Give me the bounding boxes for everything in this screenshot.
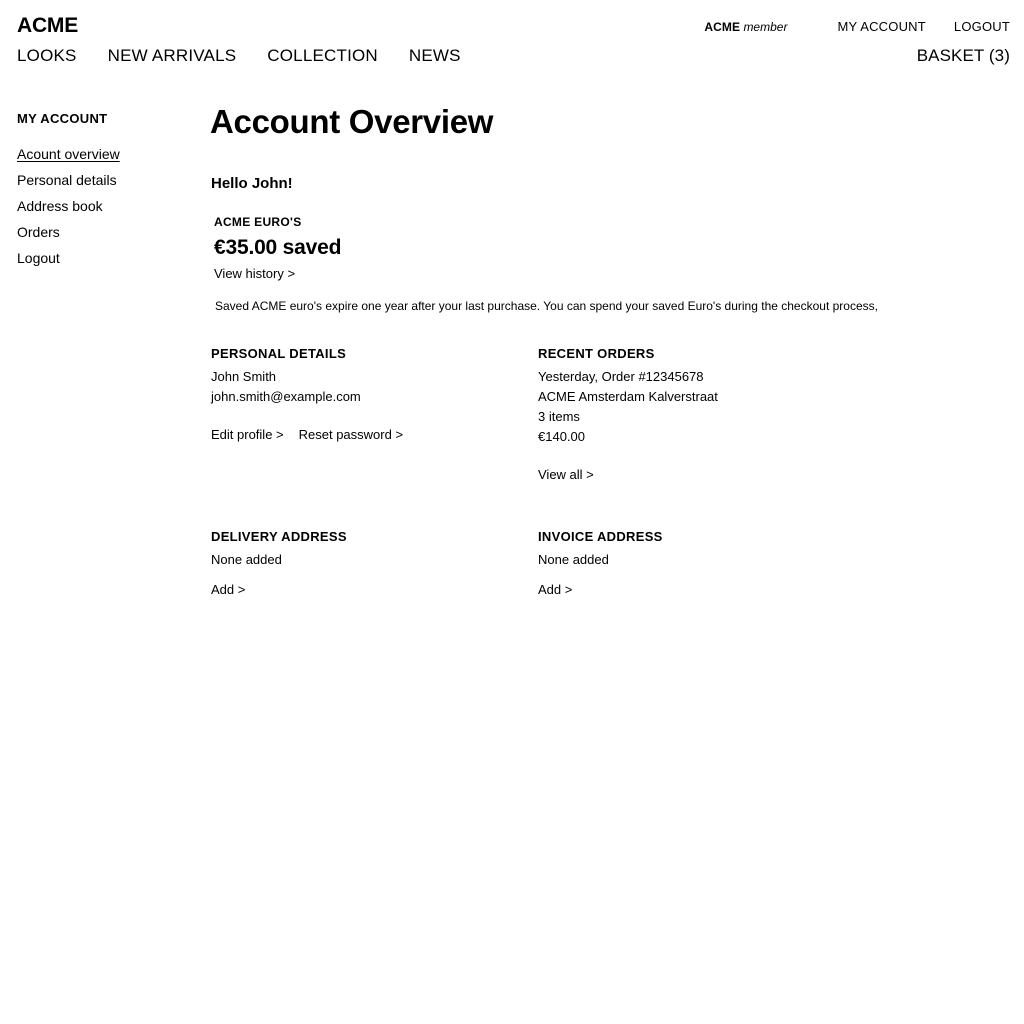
- my-account-link[interactable]: MY ACCOUNT: [837, 19, 925, 34]
- acme-euros-amount: €35.00 saved: [214, 236, 342, 259]
- euros-disclaimer-text: Saved ACME euro's expire one year after …: [215, 299, 878, 313]
- sidebar-navigation: Acount overview Personal details Address…: [17, 146, 197, 276]
- acme-euros-label: ACME EURO'S: [214, 215, 302, 229]
- site-logo[interactable]: ACME: [17, 14, 78, 37]
- sidebar-item-personal-details[interactable]: Personal details: [17, 172, 117, 188]
- acme-euros-section: ACME EURO'S €35.00 saved View history >: [214, 215, 1010, 283]
- recent-orders-actions: View all >: [538, 467, 838, 482]
- invoice-address-card: INVOICE ADDRESS None added Add >: [538, 529, 838, 597]
- greeting-text: Hello John!: [211, 175, 293, 192]
- sidebar-item-account-overview[interactable]: Acount overview: [17, 146, 120, 162]
- basket-link[interactable]: BASKET (3): [917, 46, 1010, 66]
- invoice-address-heading: INVOICE ADDRESS: [538, 529, 663, 544]
- account-content: Account Overview Hello John! ACME EURO'S…: [210, 78, 1010, 599]
- personal-details-name: John Smith: [211, 369, 277, 384]
- delivery-address-heading: DELIVERY ADDRESS: [211, 529, 347, 544]
- recent-orders-card: RECENT ORDERS Yesterday, Order #12345678…: [538, 346, 838, 482]
- reset-password-link[interactable]: Reset password >: [299, 427, 403, 442]
- account-summary-row-2: DELIVERY ADDRESS None added Add > INVOIC…: [210, 529, 1010, 599]
- nav-item-news[interactable]: NEWS: [409, 46, 461, 66]
- member-badge: ACME member: [704, 20, 787, 34]
- site-header: ACME ACME member MY ACCOUNT LOGOUT BASKE…: [0, 0, 1024, 78]
- recent-order-total: €140.00: [538, 429, 585, 444]
- member-badge-brand: ACME: [704, 20, 741, 34]
- sidebar-item-logout[interactable]: Logout: [17, 250, 60, 266]
- personal-details-heading: PERSONAL DETAILS: [211, 346, 347, 361]
- logout-link[interactable]: LOGOUT: [954, 19, 1010, 34]
- delivery-address-card: DELIVERY ADDRESS None added Add >: [211, 529, 511, 597]
- personal-details-email: john.smith@example.com: [211, 389, 361, 404]
- sidebar-title: MY ACCOUNT: [17, 111, 108, 126]
- add-invoice-address-link[interactable]: Add >: [538, 582, 572, 597]
- edit-profile-link[interactable]: Edit profile >: [211, 427, 284, 442]
- account-summary-row-1: PERSONAL DETAILS John Smith john.smith@e…: [210, 346, 1010, 496]
- page-title: Account Overview: [210, 103, 494, 140]
- add-delivery-address-link[interactable]: Add >: [211, 582, 245, 597]
- recent-order-store: ACME Amsterdam Kalverstraat: [538, 389, 718, 404]
- header-utility-bar: ACME member MY ACCOUNT LOGOUT: [704, 19, 1010, 34]
- sidebar-item-orders[interactable]: Orders: [17, 224, 60, 240]
- nav-item-collection[interactable]: COLLECTION: [267, 46, 378, 66]
- recent-order-item-count: 3 items: [538, 409, 580, 424]
- delivery-address-value: None added: [211, 552, 282, 567]
- view-all-orders-link[interactable]: View all >: [538, 467, 594, 482]
- main-navigation: LOOKS NEW ARRIVALS COLLECTION NEWS: [17, 46, 461, 66]
- personal-details-actions: Edit profile > Reset password >: [211, 427, 511, 442]
- member-badge-word: member: [743, 20, 788, 34]
- invoice-address-actions: Add >: [538, 582, 838, 597]
- recent-order-date: Yesterday, Order #12345678: [538, 369, 704, 384]
- account-sidebar: MY ACCOUNT Acount overview Personal deta…: [17, 111, 197, 276]
- nav-item-new-arrivals[interactable]: NEW ARRIVALS: [108, 46, 237, 66]
- invoice-address-value: None added: [538, 552, 609, 567]
- personal-details-card: PERSONAL DETAILS John Smith john.smith@e…: [211, 346, 511, 442]
- view-history-link[interactable]: View history >: [214, 266, 295, 281]
- nav-item-looks[interactable]: LOOKS: [17, 46, 77, 66]
- delivery-address-actions: Add >: [211, 582, 511, 597]
- recent-orders-heading: RECENT ORDERS: [538, 346, 655, 361]
- sidebar-item-address-book[interactable]: Address book: [17, 198, 103, 214]
